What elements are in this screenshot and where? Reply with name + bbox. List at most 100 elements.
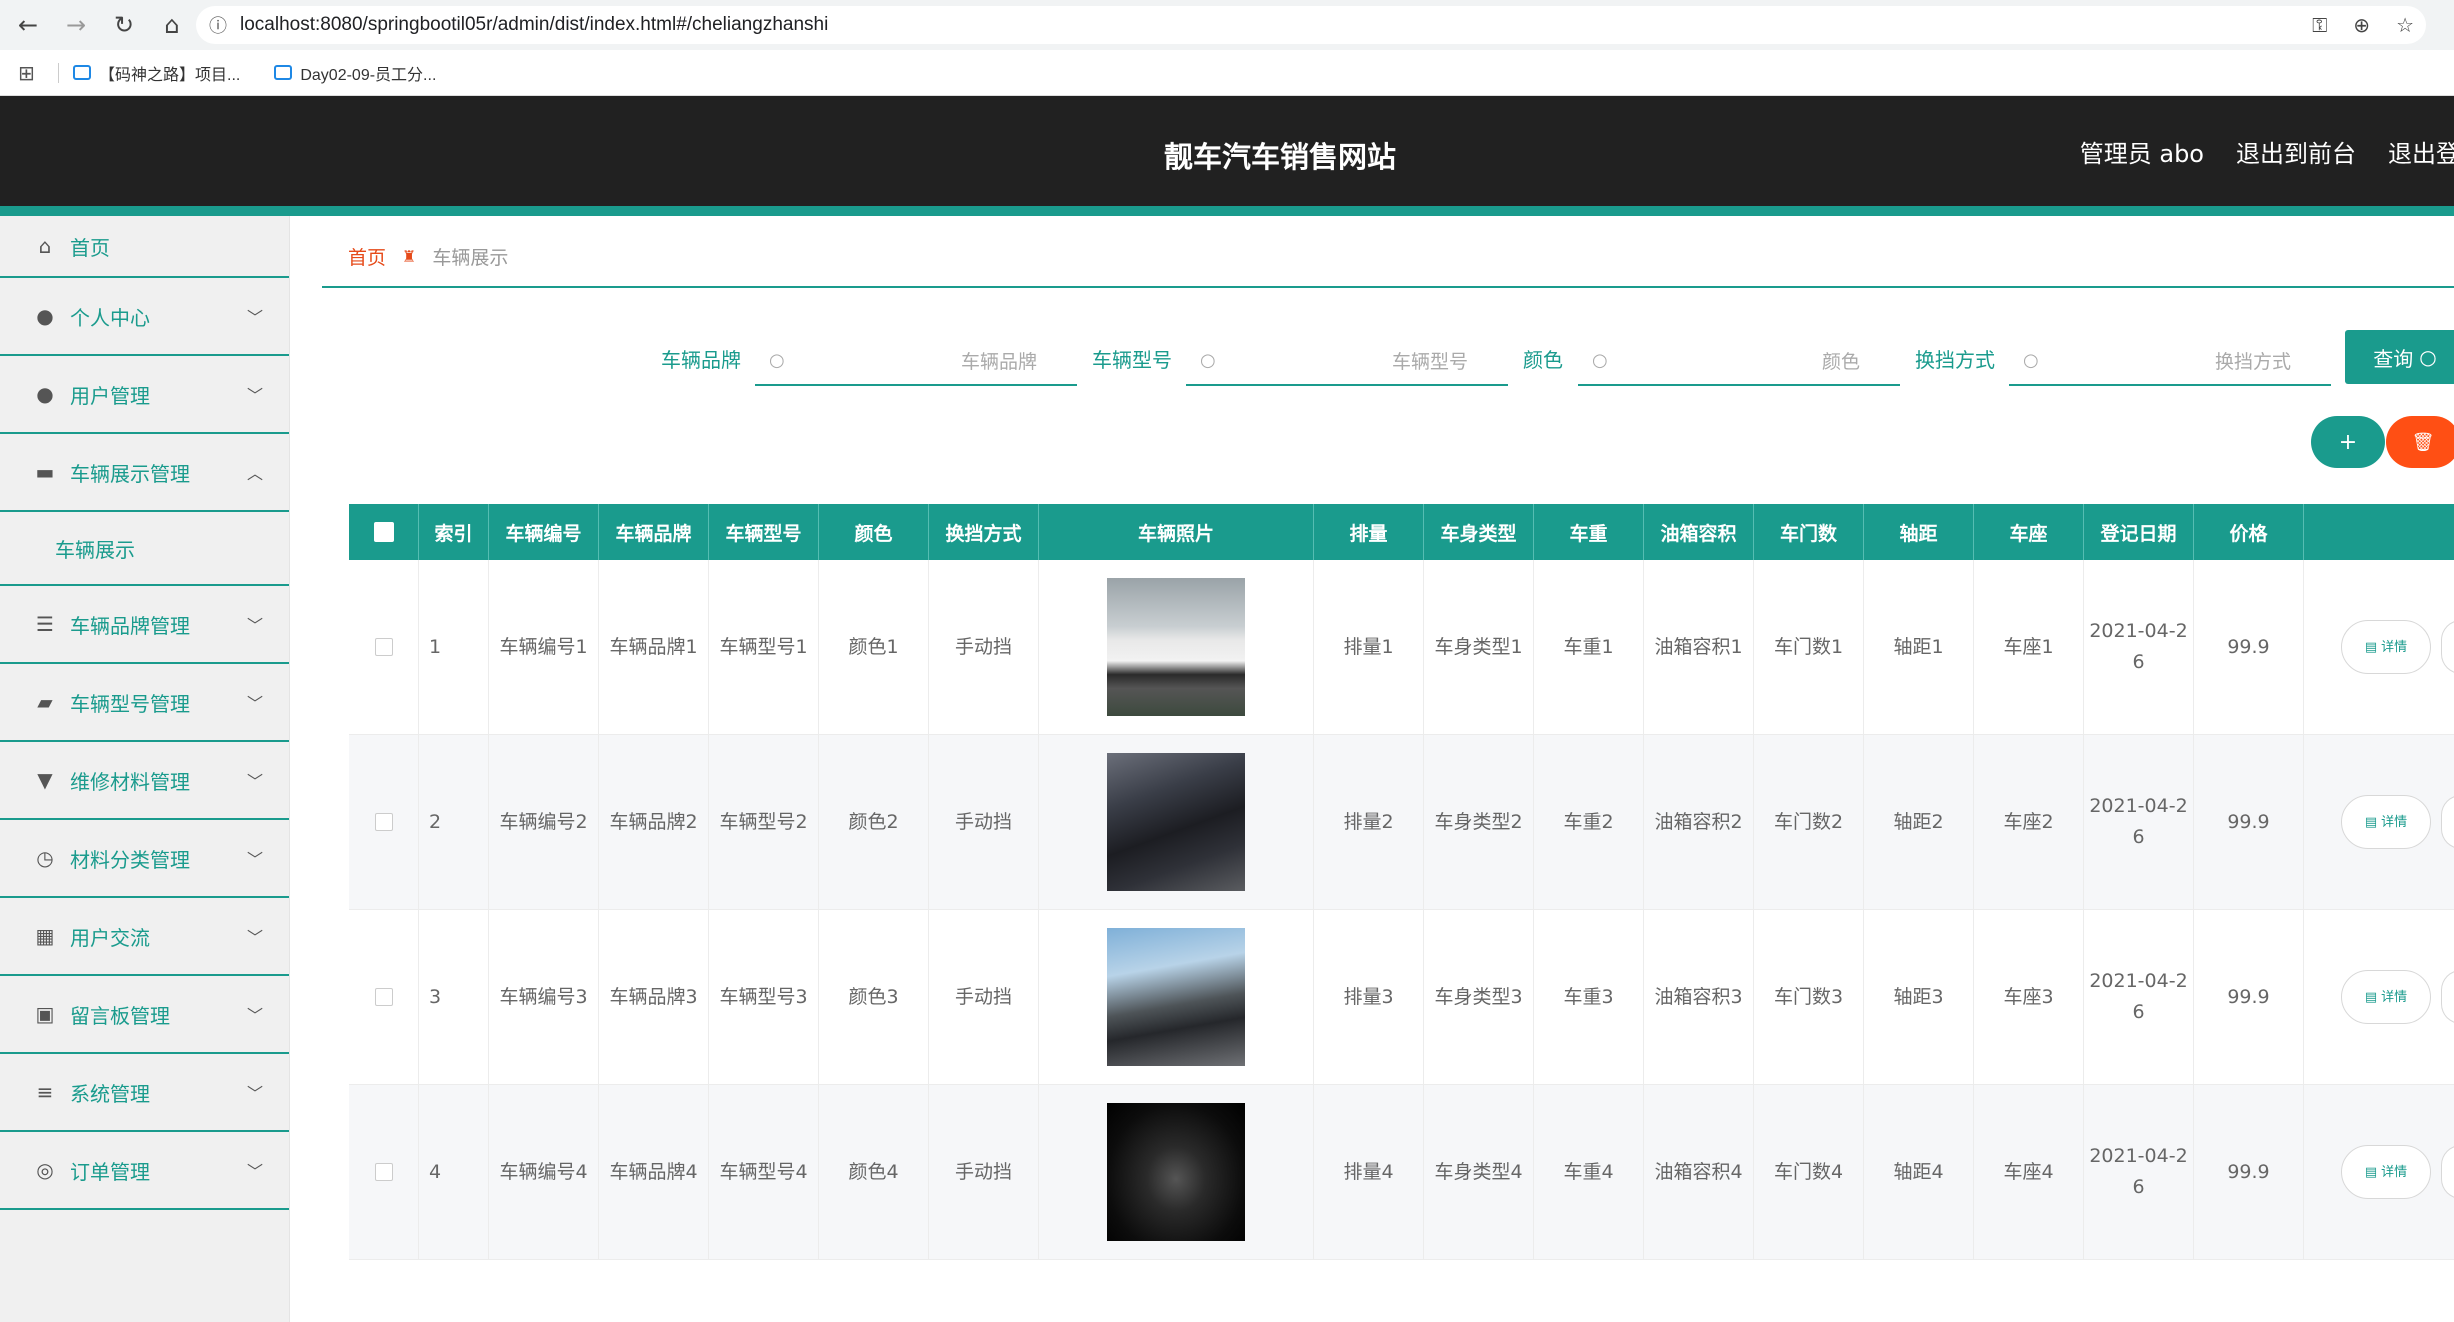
site-info-icon[interactable]: ⓘ [196, 12, 240, 38]
cell-text: 车辆品牌1 [609, 635, 698, 658]
search-icon: ○ [2419, 345, 2437, 369]
cell-body: 车身类型2 [1424, 735, 1534, 909]
sidebar-item-3[interactable]: ▬ 车辆展示管理 ︿ [0, 434, 289, 512]
row-select-cell[interactable] [349, 910, 419, 1084]
search-bar: 车辆品牌 ○ 车辆品牌 车辆型号 ○ 车辆型号 颜色 ○ 颜色 换挡方式 ○ 换… [0, 330, 2454, 386]
cell-text: 车辆型号2 [719, 810, 808, 833]
row-checkbox[interactable] [374, 988, 393, 1006]
bookmark-star-icon[interactable]: ☆ [2396, 13, 2414, 37]
edit-button-partial[interactable] [2441, 1145, 2454, 1199]
sidebar-item-0[interactable]: ⌂ 首页 [0, 216, 289, 278]
brush-icon: ▼ [37, 768, 53, 792]
cell-text: 排量2 [1343, 810, 1394, 833]
sidebar-item-7[interactable]: ▼ 维修材料管理 ﹀ [0, 742, 289, 820]
model-search-input[interactable]: ○ 车辆型号 [1186, 336, 1508, 386]
cell-text: 手动挡 [954, 810, 1012, 833]
sidebar-subitem-vehicle-display[interactable]: 车辆展示 [0, 512, 289, 586]
sidebar-item-8[interactable]: ◷ 材料分类管理 ﹀ [0, 820, 289, 898]
add-button[interactable]: + [2311, 416, 2385, 468]
sidebar-item-label: 车辆品牌管理 [70, 613, 190, 638]
cell-text: 车重1 [1563, 635, 1614, 658]
vehicle-photo [1107, 1103, 1245, 1241]
edit-button-partial[interactable] [2441, 620, 2454, 674]
sidebar-item-12[interactable]: ◎ 订单管理 ﹀ [0, 1132, 289, 1210]
query-button[interactable]: 查询 ○ [2345, 330, 2454, 384]
cell-text: 排量3 [1343, 985, 1394, 1008]
cell-brand: 车辆品牌4 [599, 1085, 709, 1259]
table-row[interactable]: 4 车辆编号4 车辆品牌4 车辆型号4 颜色4 手动挡 排量4 车身类型4 车重4 油箱容积4 车门… [349, 1085, 2454, 1260]
cell-displacement: 排量2 [1314, 735, 1424, 909]
cell-color: 颜色3 [819, 910, 929, 1084]
bookmark-item[interactable]: Day02-09-员工分... [274, 61, 436, 85]
back-to-frontend-link[interactable]: 退出到前台 [2236, 134, 2356, 169]
cell-model: 车辆型号3 [709, 910, 819, 1084]
cell-text: 车门数4 [1773, 1160, 1844, 1183]
column-header: 车身类型 [1424, 504, 1534, 560]
document-icon: ▤ [2364, 1164, 2378, 1180]
cell-text: 手动挡 [954, 635, 1012, 658]
chevron-down-icon: ﹀ [246, 1162, 263, 1181]
detail-button[interactable]: ▤ 详情 [2341, 620, 2431, 674]
bookmark-item[interactable]: 【码神之路】项目... [73, 61, 240, 85]
sidebar-item-label: 材料分类管理 [70, 847, 190, 872]
breadcrumb-home[interactable]: 首页 [348, 243, 386, 270]
table-row[interactable]: 2 车辆编号2 车辆品牌2 车辆型号2 颜色2 手动挡 排量2 车身类型2 车重2 油箱容积2 车门… [349, 735, 2454, 910]
detail-button[interactable]: ▤ 详情 [2341, 970, 2431, 1024]
photo-cell [1039, 735, 1314, 909]
model-search-label: 车辆型号 [1092, 348, 1172, 372]
sidebar-item-label: 车辆展示管理 [70, 461, 190, 486]
reload-icon[interactable]: ↻ [100, 1, 148, 49]
vehicle-photo [1107, 928, 1245, 1066]
url-text[interactable]: localhost:8080/springbootil05r/admin/dis… [240, 14, 828, 36]
brand-search-input[interactable]: ○ 车辆品牌 [755, 336, 1077, 386]
column-header: 车重 [1534, 504, 1644, 560]
table-row[interactable]: 3 车辆编号3 车辆品牌3 车辆型号3 颜色3 手动挡 排量3 车身类型3 车重3 油箱容积3 车门… [349, 910, 2454, 1085]
cell-text: 99.9 [2227, 985, 2270, 1008]
edit-button-partial[interactable] [2441, 970, 2454, 1024]
password-key-icon[interactable]: ⚿ [2312, 13, 2327, 37]
sidebar-item-label: 车辆型号管理 [70, 691, 190, 716]
home-browser-icon[interactable]: ⌂ [148, 1, 196, 49]
forward-icon[interactable]: → [52, 1, 100, 49]
edit-button-partial[interactable] [2441, 795, 2454, 849]
row-checkbox[interactable] [374, 638, 393, 656]
row-checkbox[interactable] [374, 1163, 393, 1181]
sidebar-item-5[interactable]: ☰ 车辆品牌管理 ﹀ [0, 586, 289, 664]
row-checkbox[interactable] [374, 813, 393, 831]
chevron-down-icon: ﹀ [246, 772, 263, 791]
select-all-cell[interactable] [349, 504, 419, 560]
row-select-cell[interactable] [349, 735, 419, 909]
cell-text: 车辆品牌4 [609, 1160, 698, 1183]
cell-text: 车辆编号3 [499, 985, 588, 1008]
row-select-cell[interactable] [349, 1085, 419, 1259]
logout-link[interactable]: 退出登录 [2388, 134, 2454, 169]
cell-text: 轴距4 [1893, 1160, 1944, 1183]
cell-body: 车身类型4 [1424, 1085, 1534, 1259]
photo-cell [1039, 560, 1314, 734]
chevron-down-icon: ﹀ [246, 928, 263, 947]
gear-search-input[interactable]: ○ 换挡方式 [2009, 336, 2331, 386]
detail-label: 详情 [2381, 639, 2408, 655]
sidebar-item-10[interactable]: ▣ 留言板管理 ﹀ [0, 976, 289, 1054]
sidebar-item-9[interactable]: ▦ 用户交流 ﹀ [0, 898, 289, 976]
cell-text: 1 [429, 635, 442, 658]
batch-delete-button[interactable]: 🗑 [2386, 416, 2454, 468]
sidebar-item-label: 用户交流 [70, 925, 150, 950]
detail-button[interactable]: ▤ 详情 [2341, 1145, 2431, 1199]
select-all-checkbox[interactable] [373, 522, 394, 542]
brand-search-placeholder: 车辆品牌 [960, 350, 1037, 373]
row-select-cell[interactable] [349, 560, 419, 734]
zoom-icon[interactable]: ⊕ [2353, 13, 2370, 37]
table-row[interactable]: 1 车辆编号1 车辆品牌1 车辆型号1 颜色1 手动挡 排量1 车身类型1 车重1 油箱容积1 车门… [349, 560, 2454, 735]
sidebar-item-11[interactable]: ≡ 系统管理 ﹀ [0, 1054, 289, 1132]
browser-toolbar: ← → ↻ ⌂ ⓘ localhost:8080/springbootil05r… [0, 0, 2454, 50]
back-icon[interactable]: ← [4, 1, 52, 49]
sidebar-item-6[interactable]: ▰ 车辆型号管理 ﹀ [0, 664, 289, 742]
bookmarks-bar: ⊞ 【码神之路】项目... Day02-09-员工分... [0, 50, 2454, 96]
address-bar[interactable]: ⓘ localhost:8080/springbootil05r/admin/d… [196, 6, 2426, 44]
apps-grid-icon[interactable]: ⊞ [18, 61, 48, 85]
cell-text: 2 [429, 810, 442, 833]
cell-body: 车身类型3 [1424, 910, 1534, 1084]
color-search-input[interactable]: ○ 颜色 [1578, 336, 1900, 386]
detail-button[interactable]: ▤ 详情 [2341, 795, 2431, 849]
